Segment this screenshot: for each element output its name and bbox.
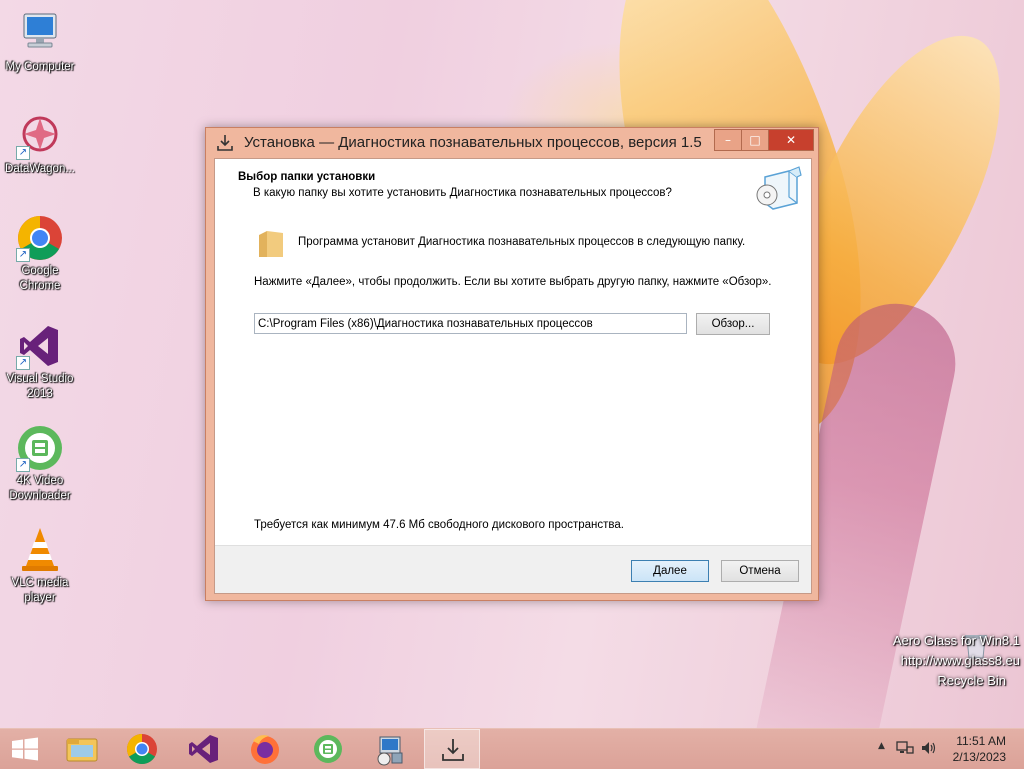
chrome-icon <box>126 734 157 765</box>
taskbar: ▲ 11:51 AM 2/13/2023 <box>0 728 1024 769</box>
taskbar-visual-studio[interactable] <box>176 729 232 769</box>
volume-icon[interactable] <box>920 740 938 760</box>
shortcut-arrow-icon: ↗ <box>16 248 30 262</box>
computer-icon <box>16 10 64 58</box>
firefox-icon <box>251 735 279 764</box>
desktop-icon-label: Visual Studio 2013 <box>6 373 74 400</box>
installer-window: Установка — Диагностика познавательных п… <box>205 127 819 601</box>
window-titlebar[interactable]: Установка — Диагностика познавательных п… <box>206 128 818 158</box>
visual-studio-icon: ↗ <box>16 322 64 370</box>
setup-box-icon <box>753 163 803 211</box>
start-button[interactable] <box>0 729 50 769</box>
recycle-bin-label: Recycle Bin <box>937 673 1006 688</box>
desktop-icon-label: Google Chrome <box>19 265 61 292</box>
4k-video-downloader-icon: ↗ <box>16 424 64 472</box>
chrome-icon: ↗ <box>16 214 64 262</box>
vlc-cone-icon <box>16 526 64 574</box>
aero-glass-watermark: Aero Glass for Win8.1 http://www.glass8.… <box>893 631 1020 691</box>
close-button[interactable]: ✕ <box>768 129 814 151</box>
disk-space-text: Требуется как минимум 47.6 Мб свободного… <box>254 519 624 531</box>
aero-watermark-line: Aero Glass for Win8.1 <box>892 633 1020 648</box>
datawagon-icon: ↗ <box>16 112 64 160</box>
setup-program-icon <box>377 736 403 766</box>
desktop-icon-label: 4K Video Downloader <box>9 475 71 502</box>
minimize-button[interactable]: – <box>714 129 742 151</box>
desktop-icon-4k-video[interactable]: ↗ 4K Video Downloader <box>0 424 80 504</box>
desktop-icon-vlc[interactable]: VLC media player <box>0 526 80 606</box>
install-path-input[interactable] <box>254 313 687 334</box>
shortcut-arrow-icon: ↗ <box>16 458 30 472</box>
desktop: My Computer ↗ DataWagon... ↗ Google Chro… <box>0 0 1024 728</box>
page-subtitle: В какую папку вы хотите установить Диагн… <box>253 187 672 199</box>
system-tray: ▲ 11:51 AM 2/13/2023 <box>864 729 1024 769</box>
instruction-text: Нажмите «Далее», чтобы продолжить. Если … <box>254 276 772 288</box>
maximize-button[interactable]: □ <box>741 129 769 151</box>
shortcut-arrow-icon: ↗ <box>16 146 30 160</box>
desktop-icon-chrome[interactable]: ↗ Google Chrome <box>0 214 80 294</box>
visual-studio-icon <box>189 735 218 763</box>
installer-icon <box>216 134 234 152</box>
4k-video-downloader-icon <box>314 735 342 763</box>
desktop-icon-label: DataWagon... <box>5 163 75 175</box>
aero-watermark-url: http://www.glass8.eu <box>900 653 1020 668</box>
installer-client-area: Выбор папки установки В какую папку вы х… <box>214 158 812 594</box>
desktop-icon-label: My Computer <box>5 61 75 73</box>
taskbar-file-explorer[interactable] <box>54 729 110 769</box>
cancel-button[interactable]: Отмена <box>721 560 799 582</box>
window-title: Установка — Диагностика познавательных п… <box>244 134 702 151</box>
show-hidden-icons-button[interactable]: ▲ <box>878 741 885 751</box>
desktop-icon-datawagon[interactable]: ↗ DataWagon... <box>0 112 80 177</box>
taskbar-chrome[interactable] <box>114 729 170 769</box>
desktop-icon-my-computer[interactable]: My Computer <box>0 10 80 75</box>
network-icon[interactable] <box>896 740 914 760</box>
desktop-icon-visual-studio[interactable]: ↗ Visual Studio 2013 <box>0 322 80 402</box>
page-title: Выбор папки установки <box>238 171 376 183</box>
browse-button[interactable]: Обзор... <box>696 313 770 335</box>
taskbar-firefox[interactable] <box>237 729 293 769</box>
desktop-icon-label: VLC media player <box>11 577 69 604</box>
clock-date[interactable]: 2/13/2023 <box>953 750 1006 764</box>
file-explorer-icon <box>66 738 98 762</box>
installer-icon <box>442 739 464 761</box>
taskbar-4k-video[interactable] <box>300 729 356 769</box>
taskbar-setup-program[interactable] <box>362 729 418 769</box>
folder-icon <box>257 229 285 259</box>
next-button[interactable]: Далее <box>631 560 709 582</box>
shortcut-arrow-icon: ↗ <box>16 356 30 370</box>
button-bar: Далее Отмена <box>215 545 811 593</box>
clock-time[interactable]: 11:51 AM <box>956 734 1006 748</box>
install-info-text: Программа установит Диагностика познават… <box>298 236 746 248</box>
taskbar-installer-active[interactable] <box>424 729 480 769</box>
